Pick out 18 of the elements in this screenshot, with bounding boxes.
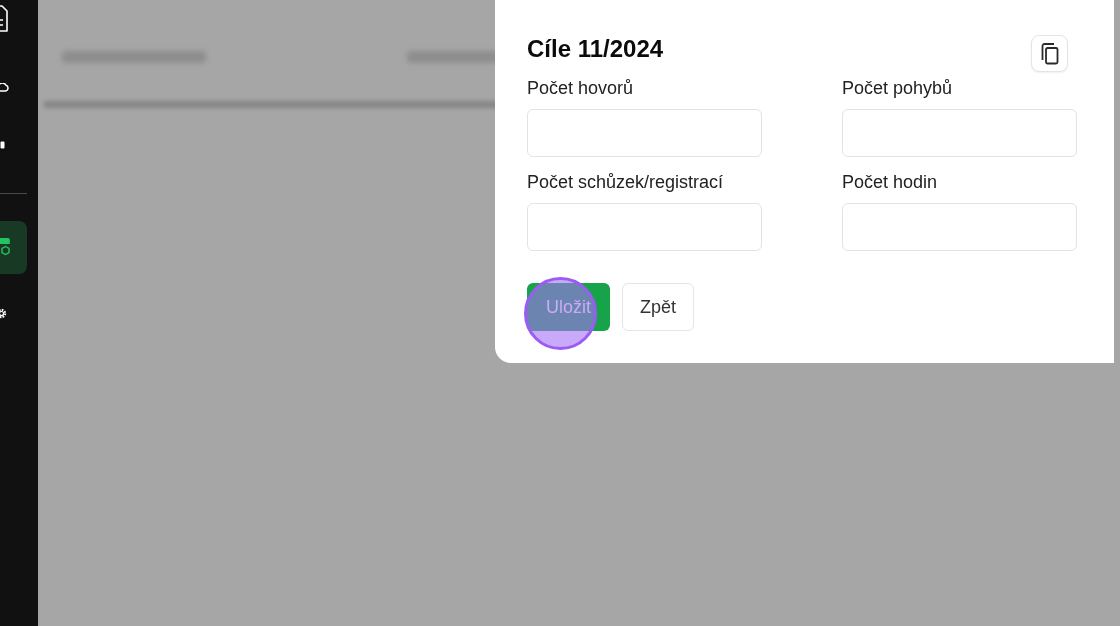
field-label: Počet schůzek/registrací <box>527 171 725 193</box>
input-field[interactable] <box>842 203 1077 251</box>
field-label: Počet hodin <box>842 171 939 193</box>
input-field[interactable] <box>527 203 762 251</box>
gear-icon[interactable] <box>0 307 8 319</box>
document-icon[interactable] <box>0 4 8 32</box>
back-button[interactable]: Zpět <box>622 283 694 331</box>
cloud-icon[interactable] <box>0 82 9 92</box>
sidebar-item[interactable] <box>0 220 27 274</box>
dialog-title: Cíle 11/2024 <box>527 35 664 63</box>
input-field[interactable] <box>842 109 1077 157</box>
copy-button[interactable] <box>1031 35 1068 72</box>
copy-icon <box>1039 42 1060 65</box>
field-label: Počet hovorů <box>527 77 635 99</box>
field-label: Počet pohybů <box>842 77 954 99</box>
input-field[interactable] <box>527 109 762 157</box>
cube-icon <box>0 237 10 257</box>
phone-icon[interactable] <box>0 141 5 149</box>
